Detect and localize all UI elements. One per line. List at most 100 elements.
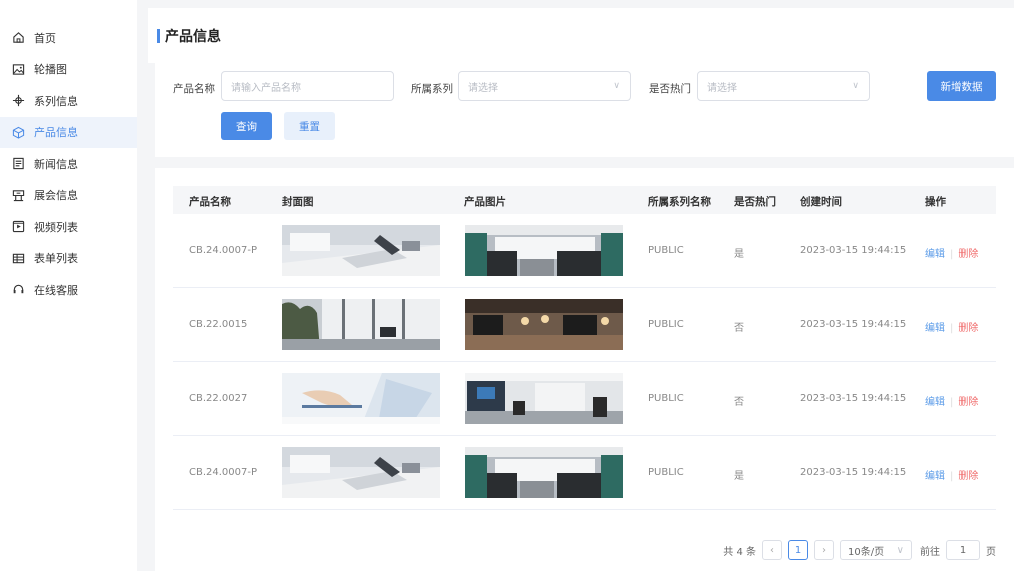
series-select[interactable]: 请选择 ∨ [458,71,631,101]
sidebar-item-news[interactable]: 新闻信息 [0,148,137,180]
created-cell: 2023-03-15 19:44:15 [800,393,907,404]
created-cell: 2023-03-15 19:44:15 [800,245,907,256]
table-icon [12,252,25,265]
product-name-cell: CB.24.0007-P [189,245,258,256]
goto-label: 前往 [920,546,940,558]
col-product-image: 产品图片 [464,196,506,208]
col-product-name: 产品名称 [189,196,231,208]
headset-icon [12,283,25,296]
col-series-name: 所属系列名称 [648,196,711,208]
goto-page-input[interactable]: 1 [946,540,980,560]
created-cell: 2023-03-15 19:44:15 [800,467,907,478]
sidebar-item-label: 视频列表 [34,220,78,234]
series-cell: PUBLIC [648,467,684,478]
chevron-down-icon: ∨ [852,81,859,91]
hot-cell: 是 [734,249,744,260]
col-cover: 封面图 [282,196,314,208]
sidebar-item-forms[interactable]: 表单列表 [0,243,137,275]
delete-link[interactable]: 删除 [958,397,978,408]
hot-cell: 是 [734,471,744,482]
product-image[interactable] [465,299,623,350]
table-row: CB.24.0007-P PUBLIC 是 2023-03-15 19:44:1… [173,436,996,510]
news-icon [12,157,25,170]
col-actions: 操作 [925,196,946,208]
page-size-value: 10条/页 [848,546,885,558]
col-is-hot: 是否热门 [734,196,776,208]
sidebar-item-label: 轮播图 [34,63,67,77]
col-created-at: 创建时间 [800,196,842,208]
product-name-input[interactable]: 请输入产品名称 [221,71,394,101]
product-name-cell: CB.24.0007-P [189,467,258,478]
sidebar-item-videos[interactable]: 视频列表 [0,211,137,243]
hot-placeholder: 请选择 [707,82,737,94]
total-count: 共 4 条 [723,546,756,558]
hot-cell: 否 [734,397,744,408]
hot-select[interactable]: 请选择 ∨ [697,71,870,101]
exhibition-icon [12,189,25,202]
series-icon [12,94,25,107]
action-divider: | [950,471,954,482]
page-header: 产品信息 [148,8,1014,63]
hot-label: 是否热门 [649,83,691,95]
cover-image[interactable] [282,299,440,350]
sidebar-item-home[interactable]: 首页 [0,22,137,54]
sidebar-item-products[interactable]: 产品信息 [0,116,137,148]
cube-icon [12,126,25,139]
main-content: 产品信息 产品名称 请输入产品名称 所属系列 请选择 ∨ 是否热门 请选择 ∨ … [148,0,1014,571]
sidebar-item-label: 展会信息 [34,189,78,203]
image-icon [12,63,25,76]
series-cell: PUBLIC [648,319,684,330]
sidebar-item-carousel[interactable]: 轮播图 [0,54,137,86]
product-table: 产品名称 封面图 产品图片 所属系列名称 是否热门 创建时间 操作 CB.24.… [155,168,1014,571]
edit-link[interactable]: 编辑 [925,249,945,260]
page-title: 产品信息 [165,28,221,45]
sidebar-item-label: 系列信息 [34,94,78,108]
product-image[interactable] [465,373,623,424]
prev-page-button[interactable]: ‹ [762,540,782,560]
home-icon [12,31,25,44]
page-suffix: 页 [986,546,996,558]
chevron-right-icon: › [822,544,826,556]
sidebar-item-label: 首页 [34,31,56,45]
sidebar-item-label: 表单列表 [34,252,78,266]
edit-link[interactable]: 编辑 [925,397,945,408]
action-divider: | [950,323,954,334]
table-row: CB.24.0007-P PUBLIC 是 2023-03-15 19:44:1… [173,214,996,288]
created-cell: 2023-03-15 19:44:15 [800,319,907,330]
delete-link[interactable]: 删除 [958,249,978,260]
next-page-button[interactable]: › [814,540,834,560]
product-name-label: 产品名称 [173,83,215,95]
product-image[interactable] [465,225,623,276]
actions-cell: 编辑 | 删除 [925,245,978,260]
product-name-cell: CB.22.0015 [189,319,248,330]
product-name-cell: CB.22.0027 [189,393,248,404]
sidebar-item-label: 在线客服 [34,283,78,297]
page-size-select[interactable]: 10条/页 ∨ [840,540,912,560]
actions-cell: 编辑 | 删除 [925,467,978,482]
series-cell: PUBLIC [648,393,684,404]
delete-link[interactable]: 删除 [958,471,978,482]
reset-button[interactable]: 重置 [284,112,335,140]
chevron-down-icon: ∨ [613,81,620,91]
series-label: 所属系列 [411,83,453,95]
cover-image[interactable] [282,225,440,276]
action-divider: | [950,249,954,260]
delete-link[interactable]: 删除 [958,323,978,334]
page-number-current[interactable]: 1 [788,540,808,560]
edit-link[interactable]: 编辑 [925,323,945,334]
add-data-button[interactable]: 新增数据 [927,71,996,101]
edit-link[interactable]: 编辑 [925,471,945,482]
sidebar-item-exhibition[interactable]: 展会信息 [0,180,137,212]
series-cell: PUBLIC [648,245,684,256]
sidebar-item-label: 产品信息 [34,126,78,140]
sidebar-item-label: 新闻信息 [34,157,78,171]
cover-image[interactable] [282,373,440,424]
sidebar-item-support[interactable]: 在线客服 [0,274,137,306]
actions-cell: 编辑 | 删除 [925,393,978,408]
hot-cell: 否 [734,323,744,334]
product-image[interactable] [465,447,623,498]
sidebar-item-series[interactable]: 系列信息 [0,85,137,117]
query-button[interactable]: 查询 [221,112,272,140]
action-divider: | [950,397,954,408]
cover-image[interactable] [282,447,440,498]
